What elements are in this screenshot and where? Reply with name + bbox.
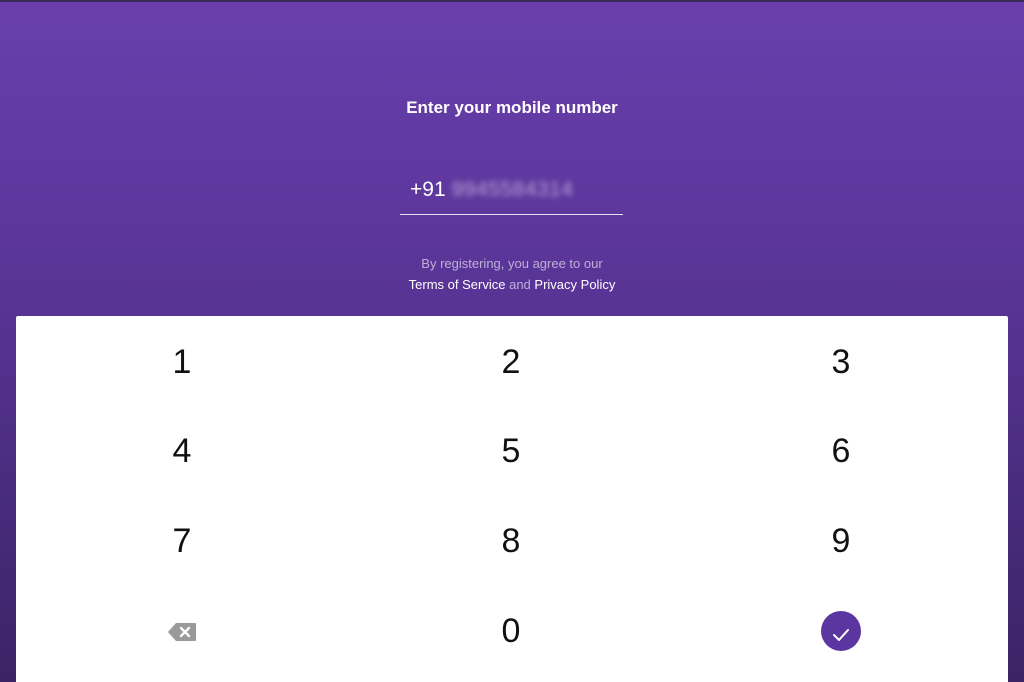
- phone-number-value[interactable]: 9945584314: [452, 172, 574, 208]
- key-7[interactable]: 7: [122, 511, 242, 571]
- privacy-policy-link[interactable]: Privacy Policy: [534, 277, 615, 292]
- key-0[interactable]: 0: [451, 601, 571, 661]
- terms-conjunction: and: [509, 277, 531, 292]
- key-4[interactable]: 4: [122, 421, 242, 481]
- numeric-keypad: 1 2 3 4 5 6 7 8 9 0: [16, 316, 1008, 682]
- submit-circle: [821, 611, 861, 651]
- checkmark-icon: [832, 612, 850, 651]
- submit-button[interactable]: [781, 601, 901, 661]
- terms-of-service-link[interactable]: Terms of Service: [409, 277, 506, 292]
- key-5[interactable]: 5: [451, 421, 571, 481]
- terms-prefix-text: By registering, you agree to our: [421, 256, 603, 271]
- terms-notice: By registering, you agree to our Terms o…: [0, 253, 1024, 295]
- top-border: [0, 0, 1024, 2]
- page-title: Enter your mobile number: [406, 98, 618, 117]
- key-6[interactable]: 6: [781, 421, 901, 481]
- phone-number-field[interactable]: +91 9945584314: [400, 172, 623, 215]
- key-8[interactable]: 8: [451, 511, 571, 571]
- key-1[interactable]: 1: [122, 332, 242, 392]
- key-2[interactable]: 2: [451, 332, 571, 392]
- key-3[interactable]: 3: [781, 332, 901, 392]
- country-code[interactable]: +91: [400, 172, 446, 208]
- backspace-icon: [167, 612, 197, 651]
- key-9[interactable]: 9: [781, 511, 901, 571]
- backspace-button[interactable]: [122, 601, 242, 661]
- terms-links-line: Terms of Service and Privacy Policy: [0, 274, 1024, 295]
